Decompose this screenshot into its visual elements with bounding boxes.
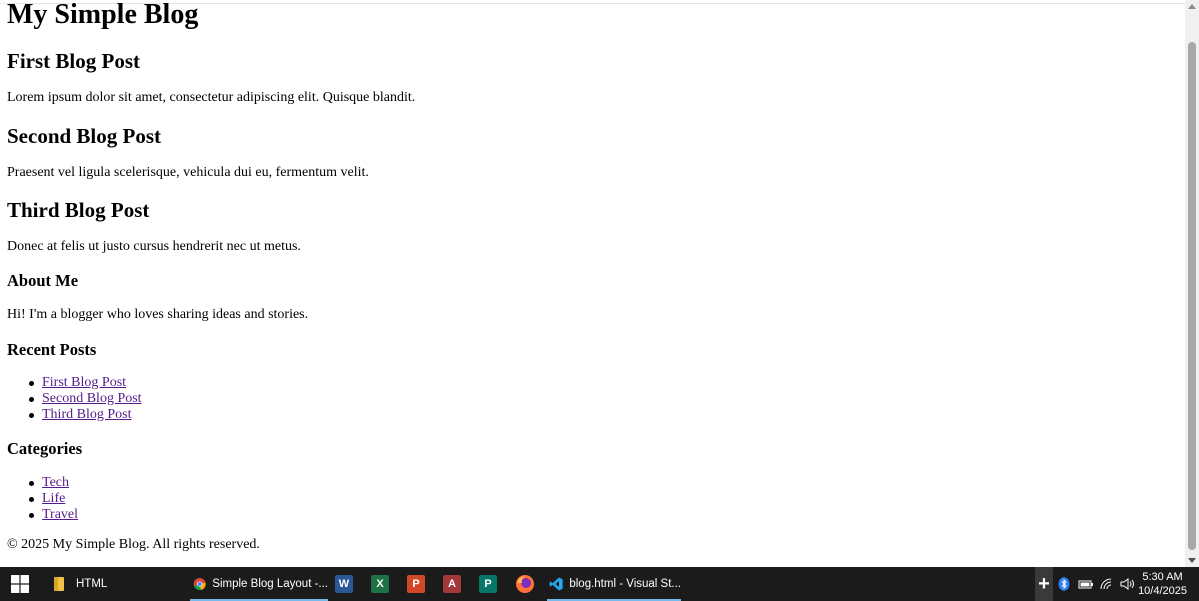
about-text: Hi! I'm a blogger who loves sharing idea… xyxy=(7,307,309,322)
post-title-3: Third Blog Post xyxy=(7,198,150,222)
clock-date: 10/4/2025 xyxy=(1138,585,1187,597)
category-link-travel[interactable]: Travel xyxy=(42,507,78,522)
windows-logo-icon xyxy=(11,575,29,593)
categories-heading: Categories xyxy=(7,439,83,458)
bluetooth-tray-button[interactable] xyxy=(1058,567,1070,601)
battery-tray-button[interactable] xyxy=(1078,567,1094,601)
taskbar-item-chrome[interactable]: Simple Blog Layout -... xyxy=(190,567,328,601)
list-item: Second Blog Post xyxy=(7,391,142,407)
clock-time: 5:30 AM xyxy=(1142,571,1183,583)
post-title-1: First Blog Post xyxy=(7,49,140,73)
footer-text: © 2025 My Simple Blog. All rights reserv… xyxy=(7,537,260,552)
list-item: Travel xyxy=(7,507,78,523)
taskbar-item-label: blog.html - Visual St... xyxy=(569,578,681,590)
list-item: Life xyxy=(7,491,78,507)
volume-tray-button[interactable] xyxy=(1120,567,1136,601)
post-body-2: Praesent vel ligula scelerisque, vehicul… xyxy=(7,165,369,180)
list-item: First Blog Post xyxy=(7,375,142,391)
publisher-icon: P xyxy=(479,575,497,593)
category-link-life[interactable]: Life xyxy=(42,491,65,506)
vertical-scrollbar[interactable] xyxy=(1185,0,1199,567)
start-button[interactable] xyxy=(10,567,30,601)
folder-icon xyxy=(54,577,64,591)
powerpoint-icon: P xyxy=(407,575,425,593)
wifi-icon xyxy=(1100,578,1112,590)
add-button[interactable]: + xyxy=(1035,567,1053,601)
scroll-down-arrow-icon[interactable] xyxy=(1188,558,1196,563)
page-title: My Simple Blog xyxy=(7,0,199,30)
taskbar-item-word[interactable]: W xyxy=(335,567,353,601)
about-heading: About Me xyxy=(7,271,79,290)
categories-list: Tech Life Travel xyxy=(7,475,78,523)
taskbar-item-excel[interactable]: X xyxy=(371,567,389,601)
taskbar-item-publisher[interactable]: P xyxy=(479,567,497,601)
category-link-tech[interactable]: Tech xyxy=(42,475,69,490)
list-item: Tech xyxy=(7,475,78,491)
recent-posts-heading: Recent Posts xyxy=(7,340,97,359)
browser-viewport: My Simple Blog First Blog Post Lorem ips… xyxy=(0,0,1185,567)
taskbar-item-file-explorer[interactable]: HTML xyxy=(50,567,180,601)
taskbar-item-label: Simple Blog Layout -... xyxy=(212,578,328,590)
scroll-thumb[interactable] xyxy=(1188,42,1196,550)
battery-icon xyxy=(1078,580,1093,589)
chrome-icon xyxy=(193,578,206,591)
bluetooth-icon xyxy=(1058,577,1070,591)
list-item: Third Blog Post xyxy=(7,407,142,423)
recent-link-third[interactable]: Third Blog Post xyxy=(42,407,131,422)
post-body-1: Lorem ipsum dolor sit amet, consectetur … xyxy=(7,90,416,105)
speaker-icon xyxy=(1120,578,1134,590)
access-icon: A xyxy=(443,575,461,593)
recent-link-second[interactable]: Second Blog Post xyxy=(42,391,142,406)
excel-icon: X xyxy=(371,575,389,593)
plus-icon: + xyxy=(1038,573,1050,595)
vscode-icon xyxy=(549,577,563,591)
taskbar-item-powerpoint[interactable]: P xyxy=(407,567,425,601)
post-title-2: Second Blog Post xyxy=(7,124,162,148)
scroll-up-arrow-icon[interactable] xyxy=(1188,4,1196,9)
taskbar-item-vscode[interactable]: blog.html - Visual St... xyxy=(547,567,681,601)
wifi-tray-button[interactable] xyxy=(1100,567,1114,601)
taskbar-item-label: HTML xyxy=(76,578,108,590)
recent-link-first[interactable]: First Blog Post xyxy=(42,375,126,390)
taskbar-item-firefox[interactable] xyxy=(515,567,535,601)
post-body-3: Donec at felis ut justo cursus hendrerit… xyxy=(7,239,301,254)
firefox-icon xyxy=(516,575,534,593)
clock[interactable]: 5:30 AM 10/4/2025 xyxy=(1138,570,1187,598)
word-icon: W xyxy=(335,575,353,593)
taskbar-item-access[interactable]: A xyxy=(443,567,461,601)
taskbar: HTML Simple Blog Layout -... W X P A P b… xyxy=(0,567,1199,601)
recent-posts-list: First Blog Post Second Blog Post Third B… xyxy=(7,375,142,423)
